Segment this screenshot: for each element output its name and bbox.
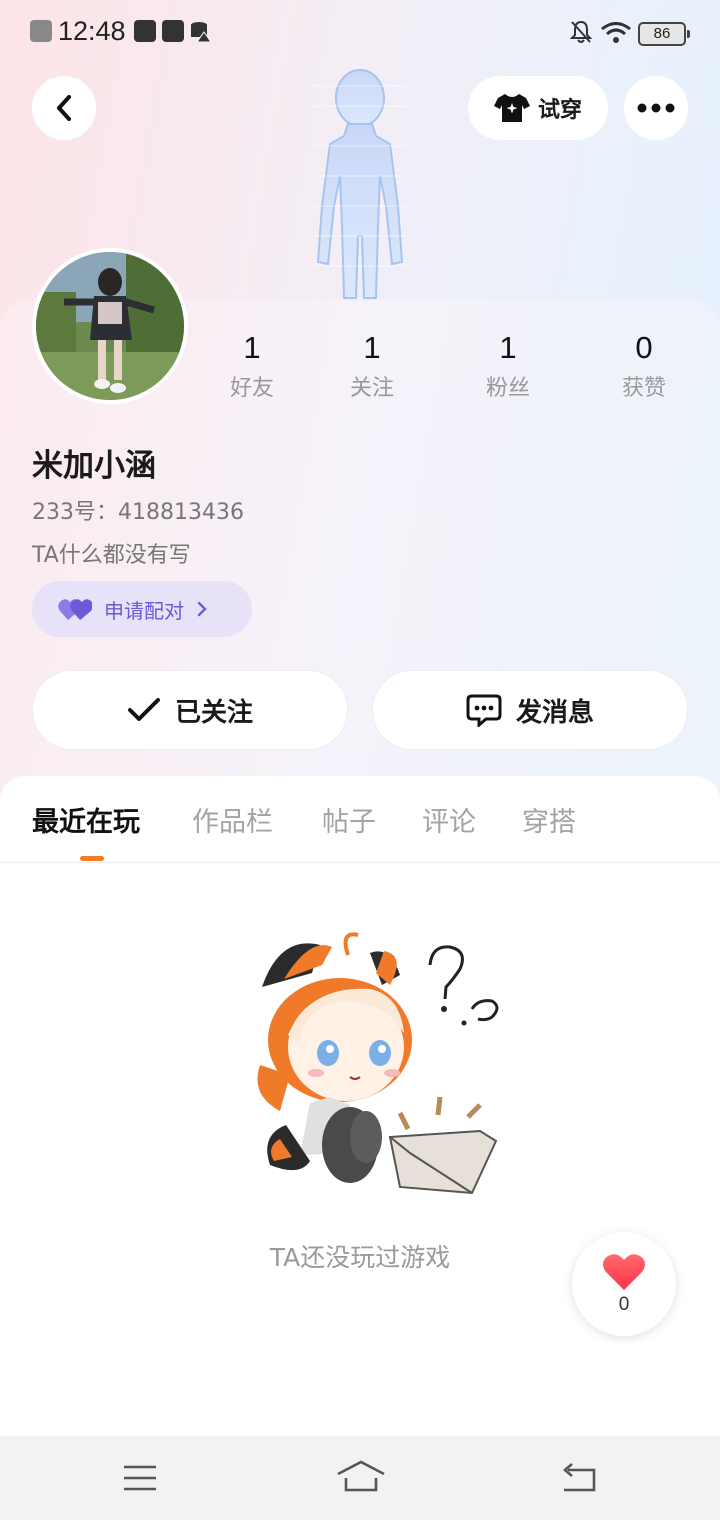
try-on-label: 试穿 <box>537 98 582 123</box>
back-nav-icon[interactable] <box>560 1462 598 1494</box>
tab-posts[interactable]: 帖子 <box>322 800 376 839</box>
media-app-icon <box>134 20 156 42</box>
profile-id: 233号：418813436 <box>32 500 244 525</box>
chevron-right-icon <box>197 601 207 617</box>
stat-friends[interactable]: 1 好友 <box>202 330 302 402</box>
try-on-button[interactable]: 试穿 <box>468 76 608 140</box>
stat-following-value: 1 <box>363 330 381 365</box>
send-message-label: 发消息 <box>515 697 594 728</box>
tab-divider <box>0 862 720 863</box>
like-button[interactable]: 0 <box>572 1232 676 1336</box>
more-options-button[interactable] <box>624 76 688 140</box>
tab-outfits[interactable]: 穿搭 <box>522 800 576 839</box>
sim-icon <box>30 20 52 42</box>
chat-bubble-icon <box>466 694 502 727</box>
stat-following-label: 关注 <box>349 376 394 401</box>
send-message-button[interactable]: 发消息 <box>372 670 688 750</box>
profile-name: 米加小涵 <box>32 448 156 484</box>
data-warning-icon <box>190 20 212 43</box>
stat-likes-label: 获赞 <box>621 376 666 401</box>
mute-bell-icon <box>569 20 593 48</box>
apply-pair-label: 申请配对 <box>104 598 184 623</box>
battery-indicator: 86 <box>638 22 690 46</box>
followed-button[interactable]: 已关注 <box>32 670 348 750</box>
message-app-icon <box>162 20 184 42</box>
checkmark-icon <box>127 698 160 721</box>
tab-recently-played[interactable]: 最近在玩 <box>32 800 140 839</box>
wifi-icon <box>600 22 632 48</box>
stat-fans[interactable]: 1 粉丝 <box>458 330 558 402</box>
avatar[interactable] <box>32 248 188 404</box>
tab-works[interactable]: 作品栏 <box>192 800 273 839</box>
more-dots-icon <box>637 103 675 113</box>
stat-following[interactable]: 1 关注 <box>322 330 422 402</box>
stat-likes-value: 0 <box>635 330 653 365</box>
status-bar: 12:48 86 <box>0 0 720 66</box>
back-button[interactable] <box>32 76 96 140</box>
followed-label: 已关注 <box>174 697 253 728</box>
avatar-3d-figure <box>312 69 408 299</box>
tab-comments[interactable]: 评论 <box>422 800 476 839</box>
stat-friends-value: 1 <box>243 330 261 365</box>
menu-icon[interactable] <box>122 1464 158 1492</box>
avatar-photo <box>36 252 184 400</box>
home-icon[interactable] <box>336 1460 386 1494</box>
stat-fans-label: 粉丝 <box>485 376 530 401</box>
active-tab-indicator <box>80 856 104 861</box>
double-heart-icon <box>58 599 92 620</box>
status-time: 12:48 <box>58 16 126 46</box>
empty-state-illustration <box>257 932 499 1195</box>
apply-pair-button[interactable]: 申请配对 <box>32 581 252 637</box>
tshirt-icon <box>493 94 530 122</box>
stat-friends-label: 好友 <box>229 376 274 401</box>
like-count: 0 <box>618 1294 630 1315</box>
stat-fans-value: 1 <box>499 330 517 365</box>
chevron-left-icon <box>57 95 71 121</box>
heart-icon <box>602 1254 646 1290</box>
stat-likes[interactable]: 0 获赞 <box>594 330 694 402</box>
system-nav-bar <box>0 1436 720 1520</box>
profile-bio: TA什么都没有写 <box>32 543 191 568</box>
